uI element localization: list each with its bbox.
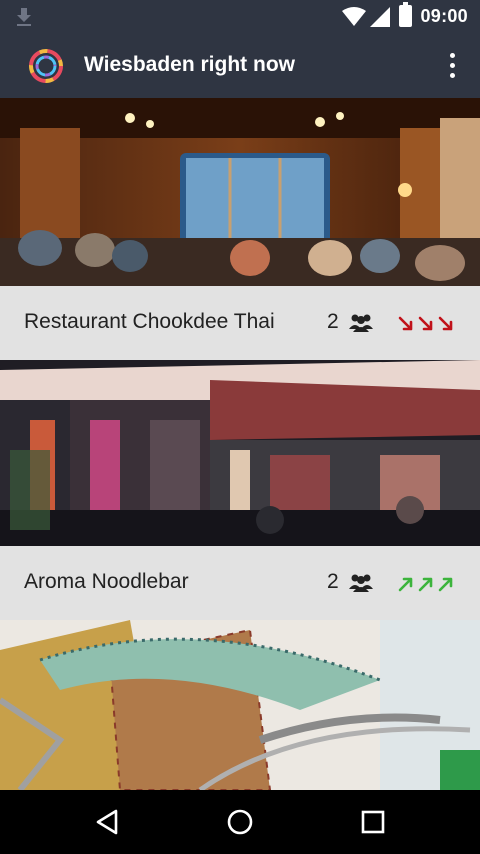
places-feed[interactable]: Restaurant Chookdee Thai 2 Aroma Noodleb… bbox=[0, 98, 480, 790]
people-icon bbox=[349, 314, 373, 332]
place-name: Restaurant Chookdee Thai bbox=[24, 310, 275, 333]
app-bar: Wiesbaden right now bbox=[0, 34, 480, 98]
place-photo[interactable] bbox=[0, 620, 480, 790]
status-bar: 09:00 bbox=[0, 0, 480, 34]
navigation-bar bbox=[0, 790, 480, 854]
download-icon bbox=[17, 8, 31, 26]
wifi-icon bbox=[342, 7, 366, 26]
place-name: Aroma Noodlebar bbox=[24, 570, 189, 593]
status-time: 09:00 bbox=[420, 6, 468, 26]
place-photo[interactable] bbox=[0, 98, 480, 286]
app-title: Wiesbaden right now bbox=[84, 53, 295, 76]
trend-up-icon bbox=[398, 577, 453, 592]
overflow-menu-icon[interactable] bbox=[444, 50, 460, 82]
place-row[interactable]: Aroma Noodlebar 2 bbox=[0, 546, 480, 620]
recents-icon[interactable] bbox=[357, 806, 389, 838]
deckchair-photo bbox=[0, 620, 480, 790]
place-photo[interactable] bbox=[0, 360, 480, 546]
battery-icon bbox=[399, 2, 412, 27]
place-row[interactable]: Restaurant Chookdee Thai 2 bbox=[0, 286, 480, 360]
restaurant-interior-photo bbox=[0, 98, 480, 286]
signal-icon bbox=[370, 7, 390, 27]
visitor-count: 2 bbox=[327, 570, 339, 593]
people-icon bbox=[349, 574, 373, 592]
trend-down-icon bbox=[398, 316, 453, 331]
visitor-count: 2 bbox=[327, 310, 339, 333]
home-icon[interactable] bbox=[224, 806, 256, 838]
back-icon[interactable] bbox=[92, 806, 124, 838]
app-logo bbox=[29, 49, 63, 83]
noodlebar-exterior-photo bbox=[0, 360, 480, 546]
